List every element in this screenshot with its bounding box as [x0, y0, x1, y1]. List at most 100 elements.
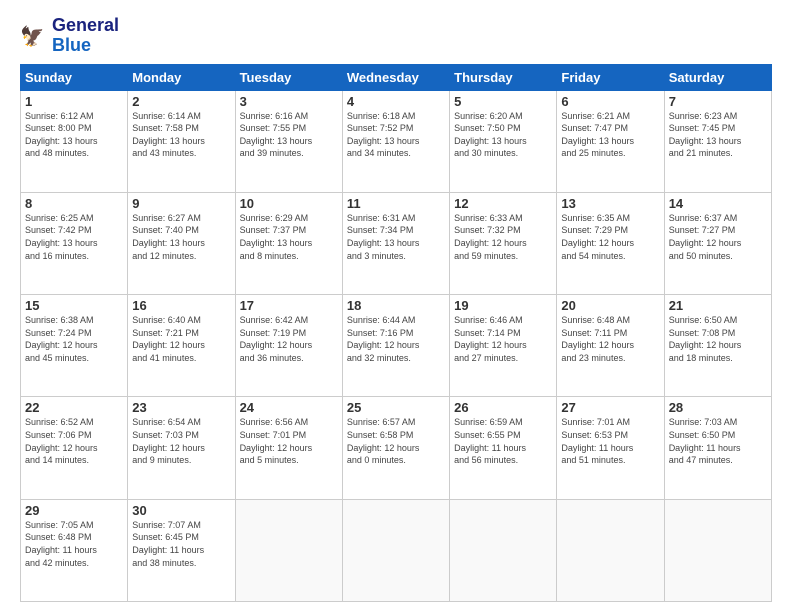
calendar-cell: 22Sunrise: 6:52 AM Sunset: 7:06 PM Dayli… [21, 397, 128, 499]
day-detail: Sunrise: 6:50 AM Sunset: 7:08 PM Dayligh… [669, 314, 767, 364]
day-detail: Sunrise: 6:59 AM Sunset: 6:55 PM Dayligh… [454, 416, 552, 466]
calendar-cell: 15Sunrise: 6:38 AM Sunset: 7:24 PM Dayli… [21, 295, 128, 397]
calendar-cell: 18Sunrise: 6:44 AM Sunset: 7:16 PM Dayli… [342, 295, 449, 397]
day-number: 29 [25, 503, 123, 518]
day-number: 27 [561, 400, 659, 415]
day-detail: Sunrise: 6:35 AM Sunset: 7:29 PM Dayligh… [561, 212, 659, 262]
day-detail: Sunrise: 6:40 AM Sunset: 7:21 PM Dayligh… [132, 314, 230, 364]
calendar-cell: 16Sunrise: 6:40 AM Sunset: 7:21 PM Dayli… [128, 295, 235, 397]
day-number: 10 [240, 196, 338, 211]
day-number: 26 [454, 400, 552, 415]
day-detail: Sunrise: 6:33 AM Sunset: 7:32 PM Dayligh… [454, 212, 552, 262]
day-detail: Sunrise: 6:18 AM Sunset: 7:52 PM Dayligh… [347, 110, 445, 160]
calendar-cell: 8Sunrise: 6:25 AM Sunset: 7:42 PM Daylig… [21, 192, 128, 294]
day-number: 20 [561, 298, 659, 313]
day-detail: Sunrise: 6:12 AM Sunset: 8:00 PM Dayligh… [25, 110, 123, 160]
header-row: SundayMondayTuesdayWednesdayThursdayFrid… [21, 64, 772, 90]
calendar-cell [342, 499, 449, 601]
calendar-cell: 3Sunrise: 6:16 AM Sunset: 7:55 PM Daylig… [235, 90, 342, 192]
day-detail: Sunrise: 6:27 AM Sunset: 7:40 PM Dayligh… [132, 212, 230, 262]
day-detail: Sunrise: 6:52 AM Sunset: 7:06 PM Dayligh… [25, 416, 123, 466]
day-detail: Sunrise: 6:23 AM Sunset: 7:45 PM Dayligh… [669, 110, 767, 160]
day-number: 4 [347, 94, 445, 109]
day-number: 13 [561, 196, 659, 211]
day-detail: Sunrise: 6:37 AM Sunset: 7:27 PM Dayligh… [669, 212, 767, 262]
calendar-cell: 12Sunrise: 6:33 AM Sunset: 7:32 PM Dayli… [450, 192, 557, 294]
calendar-cell: 14Sunrise: 6:37 AM Sunset: 7:27 PM Dayli… [664, 192, 771, 294]
calendar-cell: 20Sunrise: 6:48 AM Sunset: 7:11 PM Dayli… [557, 295, 664, 397]
calendar-cell: 7Sunrise: 6:23 AM Sunset: 7:45 PM Daylig… [664, 90, 771, 192]
day-number: 30 [132, 503, 230, 518]
day-number: 5 [454, 94, 552, 109]
col-header-saturday: Saturday [664, 64, 771, 90]
day-detail: Sunrise: 7:07 AM Sunset: 6:45 PM Dayligh… [132, 519, 230, 569]
day-number: 17 [240, 298, 338, 313]
day-number: 9 [132, 196, 230, 211]
day-number: 12 [454, 196, 552, 211]
day-detail: Sunrise: 6:20 AM Sunset: 7:50 PM Dayligh… [454, 110, 552, 160]
calendar-cell [664, 499, 771, 601]
calendar-page: 🦅 GeneralBlue SundayMondayTuesdayWednesd… [0, 0, 792, 612]
day-detail: Sunrise: 6:29 AM Sunset: 7:37 PM Dayligh… [240, 212, 338, 262]
calendar-cell: 28Sunrise: 7:03 AM Sunset: 6:50 PM Dayli… [664, 397, 771, 499]
calendar-week-1: 1Sunrise: 6:12 AM Sunset: 8:00 PM Daylig… [21, 90, 772, 192]
calendar-cell: 21Sunrise: 6:50 AM Sunset: 7:08 PM Dayli… [664, 295, 771, 397]
day-number: 1 [25, 94, 123, 109]
calendar-cell: 1Sunrise: 6:12 AM Sunset: 8:00 PM Daylig… [21, 90, 128, 192]
day-detail: Sunrise: 6:21 AM Sunset: 7:47 PM Dayligh… [561, 110, 659, 160]
calendar-cell: 23Sunrise: 6:54 AM Sunset: 7:03 PM Dayli… [128, 397, 235, 499]
day-detail: Sunrise: 7:05 AM Sunset: 6:48 PM Dayligh… [25, 519, 123, 569]
day-detail: Sunrise: 6:56 AM Sunset: 7:01 PM Dayligh… [240, 416, 338, 466]
day-number: 2 [132, 94, 230, 109]
day-detail: Sunrise: 6:44 AM Sunset: 7:16 PM Dayligh… [347, 314, 445, 364]
col-header-thursday: Thursday [450, 64, 557, 90]
calendar-table: SundayMondayTuesdayWednesdayThursdayFrid… [20, 64, 772, 602]
calendar-week-2: 8Sunrise: 6:25 AM Sunset: 7:42 PM Daylig… [21, 192, 772, 294]
day-number: 18 [347, 298, 445, 313]
day-number: 14 [669, 196, 767, 211]
day-detail: Sunrise: 6:57 AM Sunset: 6:58 PM Dayligh… [347, 416, 445, 466]
day-number: 22 [25, 400, 123, 415]
day-detail: Sunrise: 7:01 AM Sunset: 6:53 PM Dayligh… [561, 416, 659, 466]
calendar-cell: 29Sunrise: 7:05 AM Sunset: 6:48 PM Dayli… [21, 499, 128, 601]
calendar-cell: 19Sunrise: 6:46 AM Sunset: 7:14 PM Dayli… [450, 295, 557, 397]
calendar-cell: 2Sunrise: 6:14 AM Sunset: 7:58 PM Daylig… [128, 90, 235, 192]
calendar-cell: 26Sunrise: 6:59 AM Sunset: 6:55 PM Dayli… [450, 397, 557, 499]
calendar-cell: 24Sunrise: 6:56 AM Sunset: 7:01 PM Dayli… [235, 397, 342, 499]
logo-text: GeneralBlue [52, 16, 119, 56]
day-number: 6 [561, 94, 659, 109]
day-number: 8 [25, 196, 123, 211]
calendar-week-3: 15Sunrise: 6:38 AM Sunset: 7:24 PM Dayli… [21, 295, 772, 397]
calendar-cell: 17Sunrise: 6:42 AM Sunset: 7:19 PM Dayli… [235, 295, 342, 397]
calendar-cell [557, 499, 664, 601]
day-detail: Sunrise: 7:03 AM Sunset: 6:50 PM Dayligh… [669, 416, 767, 466]
svg-text:🦅: 🦅 [20, 24, 44, 48]
calendar-cell: 13Sunrise: 6:35 AM Sunset: 7:29 PM Dayli… [557, 192, 664, 294]
day-number: 3 [240, 94, 338, 109]
calendar-week-5: 29Sunrise: 7:05 AM Sunset: 6:48 PM Dayli… [21, 499, 772, 601]
calendar-cell: 30Sunrise: 7:07 AM Sunset: 6:45 PM Dayli… [128, 499, 235, 601]
calendar-cell: 6Sunrise: 6:21 AM Sunset: 7:47 PM Daylig… [557, 90, 664, 192]
day-number: 19 [454, 298, 552, 313]
day-detail: Sunrise: 6:42 AM Sunset: 7:19 PM Dayligh… [240, 314, 338, 364]
day-detail: Sunrise: 6:38 AM Sunset: 7:24 PM Dayligh… [25, 314, 123, 364]
day-detail: Sunrise: 6:14 AM Sunset: 7:58 PM Dayligh… [132, 110, 230, 160]
day-number: 21 [669, 298, 767, 313]
calendar-cell: 5Sunrise: 6:20 AM Sunset: 7:50 PM Daylig… [450, 90, 557, 192]
day-number: 25 [347, 400, 445, 415]
calendar-cell [235, 499, 342, 601]
day-number: 24 [240, 400, 338, 415]
col-header-tuesday: Tuesday [235, 64, 342, 90]
calendar-cell [450, 499, 557, 601]
day-detail: Sunrise: 6:25 AM Sunset: 7:42 PM Dayligh… [25, 212, 123, 262]
day-number: 16 [132, 298, 230, 313]
col-header-wednesday: Wednesday [342, 64, 449, 90]
calendar-cell: 25Sunrise: 6:57 AM Sunset: 6:58 PM Dayli… [342, 397, 449, 499]
header: 🦅 GeneralBlue [20, 16, 772, 56]
col-header-sunday: Sunday [21, 64, 128, 90]
day-number: 15 [25, 298, 123, 313]
day-number: 23 [132, 400, 230, 415]
calendar-cell: 11Sunrise: 6:31 AM Sunset: 7:34 PM Dayli… [342, 192, 449, 294]
day-detail: Sunrise: 6:31 AM Sunset: 7:34 PM Dayligh… [347, 212, 445, 262]
logo-icon: 🦅 [20, 22, 48, 50]
